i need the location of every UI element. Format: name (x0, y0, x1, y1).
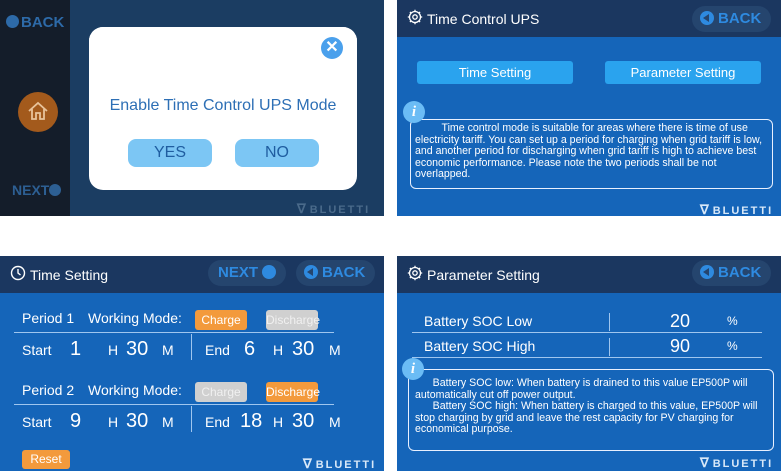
period-label: Period 2 (22, 382, 75, 398)
dialog-message: Enable Time Control UPS Mode (109, 97, 337, 114)
page-title: Time Control UPS (427, 11, 540, 27)
period-2-charge-button[interactable]: Charge (195, 382, 247, 402)
working-mode-label: Working Mode: (88, 382, 182, 398)
soc-high-value[interactable]: 90 (670, 336, 690, 357)
header-bar: Time Control UPS BACK (397, 0, 781, 37)
sidebar-next-button[interactable]: NEXT (12, 182, 62, 198)
home-button[interactable] (18, 92, 58, 132)
yes-button[interactable]: YES (128, 139, 212, 167)
period-1-start-hour[interactable]: 1 (70, 338, 81, 361)
bluetti-logo: ∇ BLUETTI (700, 455, 774, 470)
parameter-setting-button[interactable]: Parameter Setting (605, 61, 761, 84)
info-text: Time control mode is suitable for areas … (415, 122, 763, 180)
period-1-time-row: Start 1 H 30 M End 6 H 30 M (22, 338, 341, 361)
back-arrow-icon (700, 11, 714, 25)
enable-ups-dialog-screen: BACK NEXT ✕ Enable Time Control UPS Mode… (0, 0, 384, 216)
settings-gear-icon (407, 9, 423, 25)
close-icon[interactable]: ✕ (321, 37, 343, 59)
period-1-discharge-button[interactable]: Discharge (266, 310, 320, 330)
working-mode-label: Working Mode: (88, 310, 182, 326)
period-2-end-minute[interactable]: 30 (292, 410, 314, 433)
time-control-ups-screen: Time Control UPS BACK Time Setting Param… (397, 0, 781, 216)
info-text: Battery SOC low: When battery is drained… (415, 377, 758, 435)
start-label: Start (22, 414, 52, 430)
period-2-end-hour[interactable]: 18 (240, 410, 262, 433)
period-label: Period 1 (22, 310, 75, 326)
period-2-time-row: Start 9 H 30 M End 18 H 30 M (22, 410, 341, 433)
sidebar-back-button[interactable]: BACK (6, 14, 64, 31)
end-label: End (205, 414, 230, 430)
next-arrow-icon (262, 265, 277, 279)
bluetti-logo: ∇ BLUETTI (303, 456, 377, 471)
home-icon (28, 101, 48, 120)
bluetti-logo: ∇ BLUETTI (297, 201, 371, 216)
soc-low-value[interactable]: 20 (670, 311, 690, 332)
bluetti-logo: ∇ BLUETTI (700, 202, 774, 216)
no-button[interactable]: NO (235, 139, 319, 167)
back-button[interactable]: BACK (296, 260, 376, 286)
period-2-start-hour[interactable]: 9 (70, 410, 81, 433)
back-arrow-icon (6, 15, 19, 28)
header-bar: Time Setting NEXT BACK (0, 256, 384, 293)
period-1-charge-button[interactable]: Charge (195, 310, 247, 330)
soc-high-unit: % (727, 339, 738, 353)
header-bar: Parameter Setting BACK (397, 256, 781, 293)
page-title: Parameter Setting (427, 267, 540, 283)
back-button[interactable]: BACK (692, 260, 772, 286)
period-1-end-hour[interactable]: 6 (244, 338, 255, 361)
back-arrow-icon (700, 265, 714, 279)
period-2-discharge-button[interactable]: Discharge (266, 382, 320, 402)
time-setting-button[interactable]: Time Setting (417, 61, 573, 84)
period-2-mode-row: Period 2 Working Mode: Charge Discharge (0, 382, 384, 406)
next-button[interactable]: NEXT (208, 260, 287, 286)
soc-high-label: Battery SOC High (424, 338, 536, 354)
reset-button[interactable]: Reset (22, 450, 70, 469)
settings-gear-icon (407, 265, 423, 281)
period-2-start-minute[interactable]: 30 (126, 410, 148, 433)
soc-low-label: Battery SOC Low (424, 313, 533, 329)
info-icon: i (403, 101, 425, 123)
confirm-dialog: ✕ Enable Time Control UPS Mode YES NO (89, 27, 357, 190)
period-1-start-minute[interactable]: 30 (126, 338, 148, 361)
parameter-setting-screen: Parameter Setting BACK Battery SOC Low 2… (397, 256, 781, 471)
clock-icon (10, 265, 26, 281)
back-arrow-icon (304, 265, 318, 279)
next-arrow-icon (49, 184, 62, 196)
period-1-end-minute[interactable]: 30 (292, 338, 314, 361)
period-1-mode-row: Period 1 Working Mode: Charge Discharge (0, 310, 384, 334)
back-button[interactable]: BACK (692, 6, 772, 32)
page-title: Time Setting (30, 267, 109, 283)
soc-low-unit: % (727, 314, 738, 328)
end-label: End (205, 342, 230, 358)
time-setting-screen: Time Setting NEXT BACK Period 1 Working … (0, 256, 384, 471)
start-label: Start (22, 342, 52, 358)
